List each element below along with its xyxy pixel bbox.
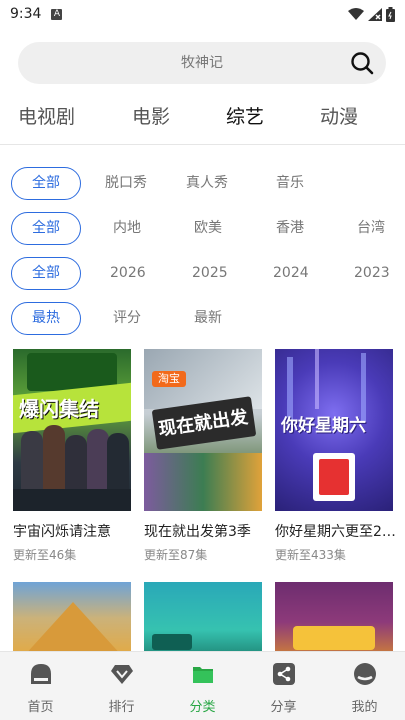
- show-card[interactable]: 淘宝 现在就出发 现在就出发第3季 更新至87集: [144, 349, 262, 563]
- filter-region-option[interactable]: 香港: [276, 212, 304, 245]
- filter-type-option[interactable]: 脱口秀: [105, 167, 147, 200]
- filter-type-selected[interactable]: 全部: [11, 167, 81, 200]
- filter-year-selected[interactable]: 全部: [11, 257, 81, 290]
- filter-year-option[interactable]: 2024: [273, 257, 309, 290]
- filter-type-option[interactable]: 音乐: [276, 167, 304, 200]
- search-input[interactable]: 牧神记: [18, 42, 386, 84]
- status-bar: 9:34 A: [0, 0, 405, 28]
- filter-region-option[interactable]: 内地: [113, 212, 141, 245]
- tab-movies[interactable]: 电影: [132, 102, 170, 129]
- nav-label: 我的: [351, 700, 378, 715]
- filter-row-region: 全部 内地 欧美 香港 台湾: [0, 212, 405, 246]
- filter-row-year: 全部 2026 2025 2024 2023: [0, 257, 405, 291]
- nav-share[interactable]: 分享: [243, 652, 324, 720]
- card-episode-status: 更新至433集: [275, 548, 346, 562]
- tabs-divider: [0, 144, 405, 145]
- search-icon[interactable]: [350, 51, 374, 75]
- battery-icon: [386, 6, 395, 22]
- wifi-icon: [348, 7, 364, 20]
- poster-image[interactable]: 爆闪集结: [13, 349, 131, 511]
- bottom-nav: 首页 排行 分类 分享 我的: [0, 651, 405, 720]
- nav-profile[interactable]: 我的: [324, 652, 405, 720]
- status-time: 9:34: [10, 6, 42, 22]
- filter-region-option[interactable]: 欧美: [194, 212, 222, 245]
- show-card[interactable]: 你好星期六 你好星期六更至2… 更新至433集: [275, 349, 396, 563]
- signal-icon: [368, 7, 382, 21]
- tab-variety[interactable]: 综艺: [226, 102, 264, 129]
- filter-year-option[interactable]: 2026: [110, 257, 146, 290]
- filter-sort-option[interactable]: 最新: [194, 302, 222, 335]
- search-bar[interactable]: 牧神记: [18, 42, 386, 84]
- notification-icon: A: [51, 8, 63, 20]
- poster-title-text: 你好星期六: [281, 416, 366, 436]
- home-icon: [31, 664, 51, 684]
- filter-sort-option[interactable]: 评分: [113, 302, 141, 335]
- category-tabs: 电视剧 电影 综艺 动漫: [0, 102, 405, 136]
- filter-year-option[interactable]: 2023: [354, 257, 390, 290]
- filter-region-option[interactable]: 台湾: [357, 212, 385, 245]
- card-episode-status: 更新至46集: [13, 548, 77, 562]
- poster-image[interactable]: [13, 582, 131, 662]
- poster-image[interactable]: [275, 582, 393, 662]
- profile-icon: [354, 663, 376, 685]
- filter-region-selected[interactable]: 全部: [11, 212, 81, 245]
- poster-title-text: 爆闪集结: [19, 397, 99, 421]
- share-icon: [273, 663, 295, 685]
- poster-image[interactable]: 你好星期六: [275, 349, 393, 511]
- status-icons: [348, 6, 395, 22]
- folder-icon: [193, 667, 213, 683]
- filter-row-sort: 最热 评分 最新: [0, 302, 405, 336]
- filter-row-type: 全部 脱口秀 真人秀 音乐: [0, 167, 405, 201]
- nav-label: 分享: [270, 700, 297, 715]
- nav-home[interactable]: 首页: [0, 652, 81, 720]
- card-title[interactable]: 现在就出发第3季: [144, 521, 272, 541]
- nav-ranking[interactable]: 排行: [81, 652, 162, 720]
- card-title[interactable]: 宇宙闪烁请注意: [13, 521, 141, 541]
- diamond-icon: [111, 665, 133, 684]
- card-episode-status: 更新至87集: [144, 548, 208, 562]
- filter-sort-selected[interactable]: 最热: [11, 302, 81, 335]
- tab-tv-series[interactable]: 电视剧: [18, 102, 75, 129]
- nav-label: 首页: [27, 700, 54, 715]
- show-card[interactable]: 爆闪集结 宇宙闪烁请注意 更新至46集: [13, 349, 131, 563]
- nav-label: 排行: [108, 700, 135, 715]
- filter-type-option[interactable]: 真人秀: [186, 167, 228, 200]
- tab-anime[interactable]: 动漫: [320, 102, 358, 129]
- poster-image[interactable]: 淘宝 现在就出发: [144, 349, 262, 511]
- nav-label: 分类: [189, 700, 216, 715]
- card-title[interactable]: 你好星期六更至2…: [275, 521, 403, 541]
- filter-year-option[interactable]: 2025: [192, 257, 228, 290]
- poster-image[interactable]: [144, 582, 262, 662]
- nav-category[interactable]: 分类: [162, 652, 243, 720]
